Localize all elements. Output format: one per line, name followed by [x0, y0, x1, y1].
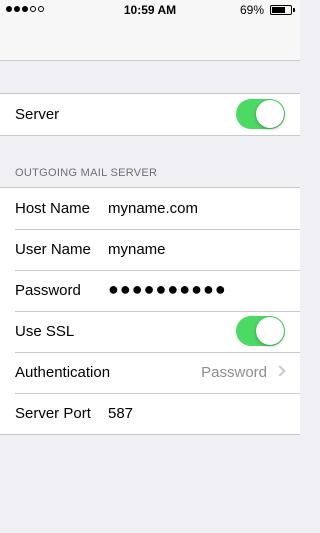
outgoing-group: Host Name myname.com User Name myname Pa… — [0, 187, 300, 435]
user-name-row[interactable]: User Name myname — [0, 229, 300, 270]
outgoing-mail-server-header: OUTGOING MAIL SERVER — [15, 167, 158, 179]
authentication-value: Password — [201, 364, 267, 381]
use-ssl-row: Use SSL — [0, 311, 300, 352]
host-name-label: Host Name — [15, 200, 91, 217]
navigation-bar: 10:59 AM 69% — [0, 0, 300, 61]
host-name-field[interactable]: myname.com — [108, 200, 198, 217]
use-ssl-toggle-knob — [256, 317, 284, 345]
chevron-right-icon — [274, 365, 286, 377]
server-group: Server — [0, 93, 300, 136]
server-port-field[interactable]: 587 — [108, 405, 133, 422]
battery-percentage: 69% — [239, 3, 264, 17]
server-toggle[interactable] — [236, 99, 285, 129]
use-ssl-label: Use SSL — [15, 323, 75, 340]
use-ssl-toggle[interactable] — [236, 316, 285, 346]
server-port-label: Server Port — [15, 405, 91, 422]
battery-icon — [270, 5, 295, 15]
password-label: Password — [15, 282, 81, 299]
password-row[interactable]: Password ●●●●●●●●●● — [0, 270, 300, 311]
server-toggle-knob — [256, 100, 284, 128]
user-name-label: User Name — [15, 241, 91, 258]
user-name-field[interactable]: myname — [108, 241, 166, 258]
host-name-row[interactable]: Host Name myname.com — [0, 188, 300, 229]
password-field[interactable]: ●●●●●●●●●● — [108, 279, 227, 300]
authentication-label: Authentication — [15, 364, 111, 381]
server-label: Server — [15, 106, 60, 123]
server-row: Server — [0, 94, 300, 135]
server-port-row[interactable]: Server Port 587 — [0, 393, 300, 434]
authentication-row[interactable]: Authentication Password — [0, 352, 300, 393]
status-bar: 10:59 AM 69% — [0, 0, 300, 20]
